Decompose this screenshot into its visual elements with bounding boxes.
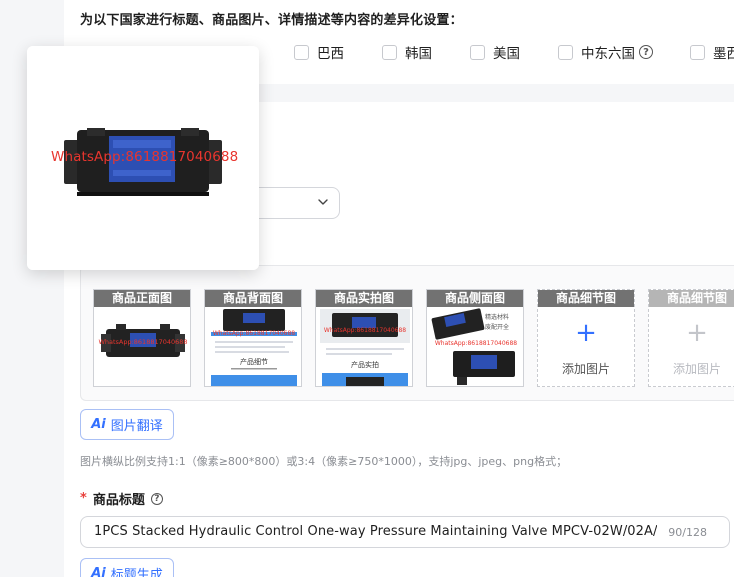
- image-slot-label: 商品实拍图: [316, 290, 412, 307]
- country-option-mexico[interactable]: 墨西哥: [690, 42, 734, 62]
- checkbox[interactable]: [294, 44, 309, 60]
- product-image: WhatsApp:8618817040688: [94, 307, 190, 386]
- plus-icon: +: [686, 318, 708, 348]
- watermark-text: WhatsApp:8618817040688: [98, 338, 187, 346]
- checkbox[interactable]: [558, 44, 573, 60]
- country-option-korea[interactable]: 韩国: [382, 42, 432, 62]
- watermark-text: WhatsApp:8618817040688: [51, 149, 239, 165]
- country-option-brazil[interactable]: 巴西: [294, 42, 344, 62]
- country-option-usa[interactable]: 美国: [470, 42, 520, 62]
- button-label: 标题生成: [110, 568, 163, 577]
- image-slot-detail-2[interactable]: 商品细节图 + 添加图片: [648, 289, 734, 387]
- image-slot-label: 商品正面图: [94, 290, 190, 307]
- image-slot-detail[interactable]: 商品细节图 + 添加图片: [537, 289, 635, 387]
- product-title-input[interactable]: 1PCS Stacked Hydraulic Control One-way P…: [80, 516, 730, 548]
- required-mark: *: [80, 491, 87, 506]
- ai-icon: Ai: [91, 417, 106, 432]
- product-image: WhatsApp:8618817040688 产品细节: [205, 307, 301, 386]
- title-value: 1PCS Stacked Hydraulic Control One-way P…: [94, 524, 657, 539]
- char-counter: 90/128: [668, 526, 707, 539]
- image-slot-label: 商品细节图: [538, 290, 634, 307]
- button-label: 图片翻译: [110, 419, 163, 434]
- label-text: 商品标题: [92, 493, 145, 508]
- title-generate-button[interactable]: Ai 标题生成: [80, 558, 174, 577]
- section-divider: [250, 84, 734, 102]
- watermark-text: WhatsApp:8618817040688: [435, 340, 517, 347]
- watermark-text: WhatsApp:8618817040688: [213, 330, 295, 337]
- country-label: 墨西哥: [713, 46, 734, 62]
- ai-icon: Ai: [91, 566, 106, 577]
- image-format-hint: 图片横纵比例支持1:1（像素≥800*800）或3:4（像素≥750*1000）…: [80, 455, 568, 468]
- image-slot-label: 商品背面图: [205, 290, 301, 307]
- product-image: WhatsApp:8618817040688 产品实拍: [316, 307, 412, 386]
- add-image-label: 添加图片: [561, 362, 610, 376]
- image-translate-button[interactable]: Ai 图片翻译: [80, 409, 174, 440]
- plus-icon: +: [575, 318, 597, 348]
- chevron-down-icon: [318, 199, 328, 205]
- image-slot-back[interactable]: WhatsApp:8618817040688 产品细节 商品背面图: [204, 289, 302, 387]
- image-caption: 产品实拍: [351, 360, 379, 369]
- checkbox[interactable]: [690, 44, 705, 60]
- country-label: 韩国: [405, 46, 432, 62]
- image-caption: 精选材料: [485, 313, 509, 321]
- image-slot-side[interactable]: 精选材料 废配开全 WhatsApp:8618817040688 商品侧面图: [426, 289, 524, 387]
- image-slot-front[interactable]: WhatsApp:8618817040688 商品正面图: [93, 289, 191, 387]
- product-image: 精选材料 废配开全 WhatsApp:8618817040688: [427, 307, 523, 386]
- section-heading: 为以下国家进行标题、商品图片、详情描述等内容的差异化设置：: [80, 13, 463, 28]
- title-field-label: * 商品标题 ?: [80, 489, 163, 508]
- checkbox[interactable]: [470, 44, 485, 60]
- country-option-gcc[interactable]: 中东六国 ?: [558, 42, 653, 62]
- country-label: 美国: [493, 46, 520, 62]
- image-slot-label: 商品细节图: [649, 290, 734, 307]
- image-caption: 产品细节: [240, 357, 268, 366]
- add-image-label: 添加图片: [672, 362, 721, 376]
- watermark-text: WhatsApp:8618817040688: [324, 327, 406, 334]
- image-slot-real[interactable]: WhatsApp:8618817040688 产品实拍 商品实拍图: [315, 289, 413, 387]
- help-icon[interactable]: ?: [150, 492, 163, 505]
- image-slot-label: 商品侧面图: [427, 290, 523, 307]
- checkbox[interactable]: [382, 44, 397, 60]
- image-preview-popover: WhatsApp:8618817040688: [27, 46, 259, 270]
- image-caption: 废配开全: [485, 323, 509, 331]
- country-label: 中东六国: [581, 46, 635, 62]
- help-icon[interactable]: ?: [639, 45, 653, 59]
- country-label: 巴西: [317, 46, 344, 62]
